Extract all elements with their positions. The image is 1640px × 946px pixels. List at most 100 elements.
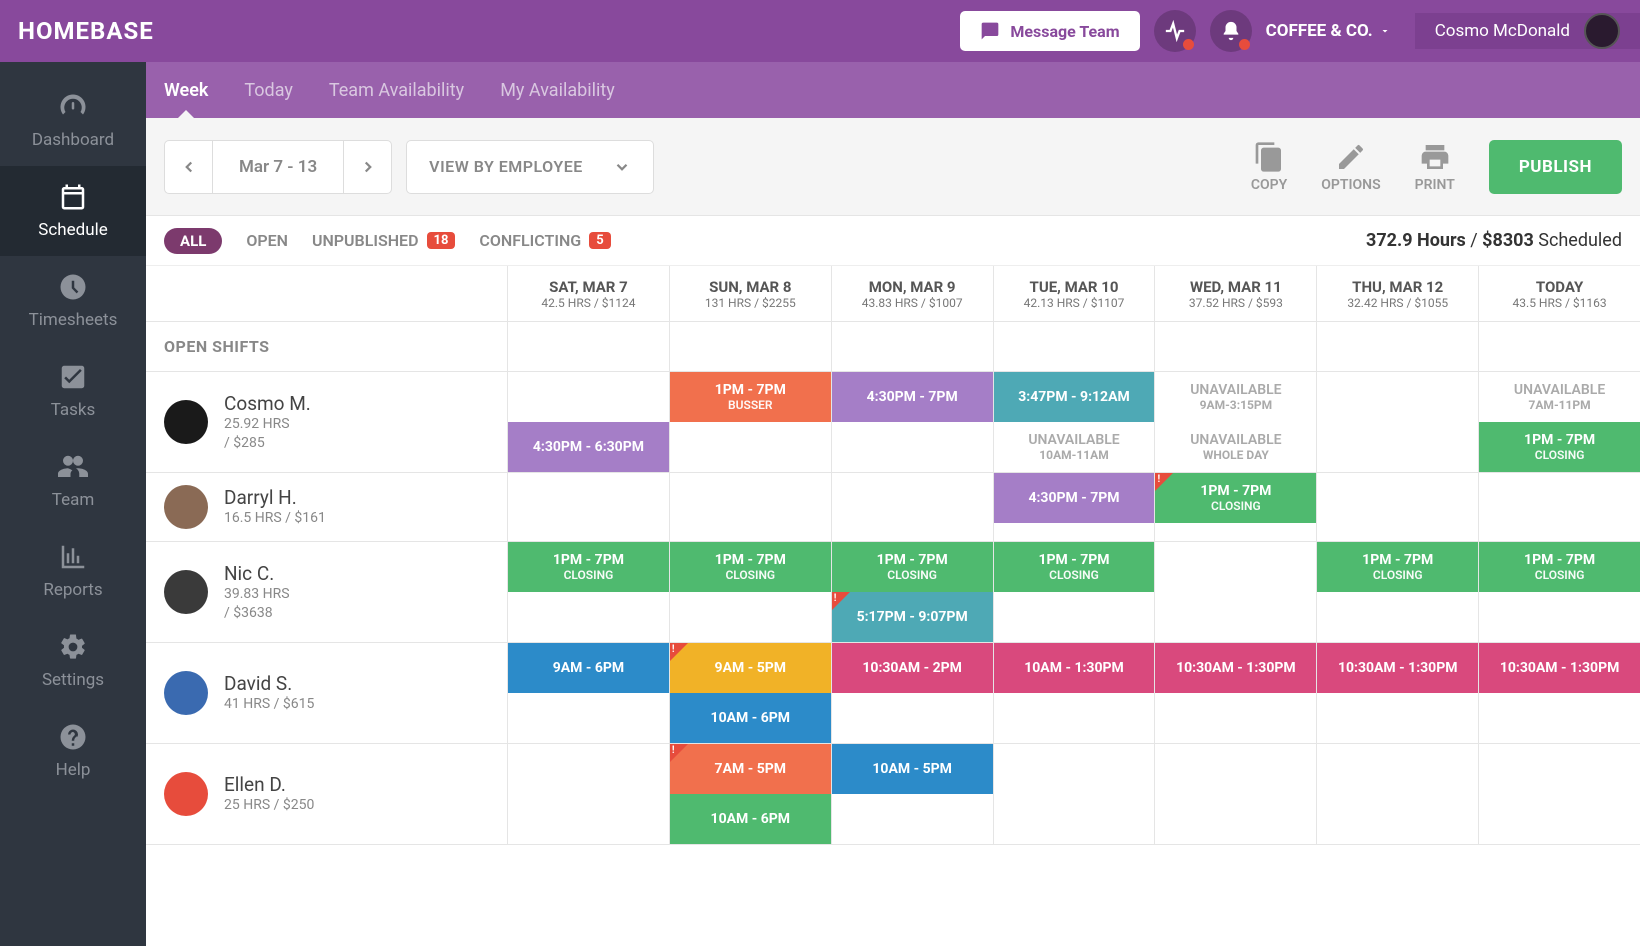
shift-block[interactable]: 1PM - 7PMCLOSING: [1317, 542, 1478, 592]
shift-block[interactable]: 1PM - 7PMCLOSING: [1479, 422, 1640, 472]
shift-cell[interactable]: 1PM - 7PMCLOSING: [994, 542, 1156, 642]
shift-cell[interactable]: 4:30PM - 7PM: [994, 473, 1156, 541]
shift-cell[interactable]: 3:47PM - 9:12AMUNAVAILABLE10AM-11AM: [994, 372, 1156, 472]
company-selector[interactable]: COFFEE & CO.: [1266, 21, 1391, 41]
filter-all[interactable]: ALL: [164, 228, 222, 254]
filter-unpublished[interactable]: UNPUBLISHED 18: [312, 231, 455, 250]
shift-block[interactable]: 1PM - 7PMCLOSING: [994, 542, 1155, 592]
shift-cell[interactable]: [994, 744, 1156, 844]
sidebar-item-reports[interactable]: Reports: [0, 526, 146, 616]
shift-cell[interactable]: 1PM - 7PMCLOSING: [1155, 473, 1317, 541]
shift-cell[interactable]: 10:30AM - 1:30PM: [1479, 643, 1640, 743]
tab-today[interactable]: Today: [244, 62, 292, 118]
sidebar-item-settings[interactable]: Settings: [0, 616, 146, 706]
tab-my-availability[interactable]: My Availability: [500, 62, 615, 118]
filter-open[interactable]: OPEN: [246, 231, 288, 250]
shift-cell[interactable]: [832, 473, 994, 541]
shift-block[interactable]: 7AM - 5PM: [670, 744, 831, 794]
shift-block[interactable]: 1PM - 7PMCLOSING: [1479, 542, 1640, 592]
sidebar-item-timesheets[interactable]: Timesheets: [0, 256, 146, 346]
shift-block[interactable]: 10AM - 1:30PM: [994, 643, 1155, 693]
shift-block[interactable]: 3:47PM - 9:12AM: [994, 372, 1155, 422]
shift-block[interactable]: 4:30PM - 7PM: [994, 473, 1155, 523]
shift-block[interactable]: 1PM - 7PMBUSSER: [670, 372, 831, 422]
shift-cell[interactable]: 1PM - 7PMCLOSING: [508, 542, 670, 642]
shift-cell[interactable]: 1PM - 7PMCLOSING: [670, 542, 832, 642]
shift-cell[interactable]: [1317, 744, 1479, 844]
shift-cell[interactable]: 4:30PM - 7PM: [832, 372, 994, 472]
shift-block[interactable]: 10:30AM - 1:30PM: [1479, 643, 1640, 693]
shift-block[interactable]: 10AM - 6PM: [670, 794, 831, 844]
shift-block[interactable]: 1PM - 7PMCLOSING: [670, 542, 831, 592]
shift-cell[interactable]: [1479, 744, 1640, 844]
shift-cell[interactable]: [1317, 372, 1479, 472]
shift-cell[interactable]: 4:30PM - 6:30PM: [508, 372, 670, 472]
shift-cell[interactable]: 10AM - 1:30PM: [994, 643, 1156, 743]
shift-cell[interactable]: 1PM - 7PMBUSSER: [670, 372, 832, 472]
copy-button[interactable]: COPY: [1251, 141, 1287, 193]
notifications-button[interactable]: [1210, 10, 1252, 52]
shift-cell[interactable]: [670, 473, 832, 541]
options-button[interactable]: OPTIONS: [1321, 141, 1380, 193]
open-shift-cell[interactable]: [1479, 322, 1640, 371]
shift-cell[interactable]: 10:30AM - 1:30PM: [1317, 643, 1479, 743]
open-shift-cell[interactable]: [994, 322, 1156, 371]
message-team-button[interactable]: Message Team: [960, 11, 1139, 51]
shift-block[interactable]: 1PM - 7PMCLOSING: [832, 542, 993, 592]
shift-block[interactable]: 9AM - 5PM: [670, 643, 831, 693]
user-menu[interactable]: Cosmo McDonald: [1415, 13, 1640, 49]
shift-block[interactable]: 1PM - 7PMCLOSING: [1155, 473, 1316, 523]
sidebar-item-help[interactable]: Help: [0, 706, 146, 796]
shift-cell[interactable]: UNAVAILABLE9AM-3:15PMUNAVAILABLEWHOLE DA…: [1155, 372, 1317, 472]
shift-block[interactable]: 10:30AM - 1:30PM: [1155, 643, 1316, 693]
shift-block[interactable]: 10:30AM - 2PM: [832, 643, 993, 693]
shift-cell[interactable]: 10AM - 5PM: [832, 744, 994, 844]
employee-cell[interactable]: Nic C.39.83 HRS/ $3638: [146, 542, 508, 642]
tab-team-availability[interactable]: Team Availability: [329, 62, 464, 118]
open-shift-cell[interactable]: [832, 322, 994, 371]
shift-block[interactable]: 9AM - 6PM: [508, 643, 669, 693]
shift-cell[interactable]: [1155, 744, 1317, 844]
shift-cell[interactable]: 9AM - 5PM10AM - 6PM: [670, 643, 832, 743]
open-shift-cell[interactable]: [508, 322, 670, 371]
activity-button[interactable]: [1154, 10, 1196, 52]
prev-week-button[interactable]: [165, 141, 213, 193]
shift-cell[interactable]: UNAVAILABLE7AM-11PM1PM - 7PMCLOSING: [1479, 372, 1640, 472]
print-button[interactable]: PRINT: [1415, 141, 1455, 193]
shift-block[interactable]: 4:30PM - 7PM: [832, 372, 993, 422]
shift-cell[interactable]: 9AM - 6PM: [508, 643, 670, 743]
open-shift-cell[interactable]: [1317, 322, 1479, 371]
date-range[interactable]: Mar 7 - 13: [213, 157, 343, 177]
employee-cell[interactable]: David S.41 HRS / $615: [146, 643, 508, 743]
sidebar-item-dashboard[interactable]: Dashboard: [0, 76, 146, 166]
filter-conflicting[interactable]: CONFLICTING 5: [479, 231, 610, 250]
shift-block[interactable]: 5:17PM - 9:07PM: [832, 592, 993, 642]
shift-block[interactable]: 4:30PM - 6:30PM: [508, 422, 669, 472]
employee-cell[interactable]: Ellen D.25 HRS / $250: [146, 744, 508, 844]
shift-block[interactable]: 10AM - 6PM: [670, 693, 831, 743]
shift-block[interactable]: 10AM - 5PM: [832, 744, 993, 794]
tab-week[interactable]: Week: [164, 62, 208, 118]
shift-cell[interactable]: 7AM - 5PM10AM - 6PM: [670, 744, 832, 844]
shift-block[interactable]: 10:30AM - 1:30PM: [1317, 643, 1478, 693]
next-week-button[interactable]: [343, 141, 391, 193]
shift-cell[interactable]: [1317, 473, 1479, 541]
shift-block[interactable]: 1PM - 7PMCLOSING: [508, 542, 669, 592]
shift-cell[interactable]: 10:30AM - 1:30PM: [1155, 643, 1317, 743]
publish-button[interactable]: PUBLISH: [1489, 140, 1622, 194]
open-shift-cell[interactable]: [670, 322, 832, 371]
sidebar-item-tasks[interactable]: Tasks: [0, 346, 146, 436]
view-mode-selector[interactable]: VIEW BY EMPLOYEE: [406, 140, 654, 194]
sidebar-item-team[interactable]: Team: [0, 436, 146, 526]
employee-cell[interactable]: Darryl H.16.5 HRS / $161: [146, 473, 508, 541]
sidebar-item-schedule[interactable]: Schedule: [0, 166, 146, 256]
shift-cell[interactable]: [508, 744, 670, 844]
shift-cell[interactable]: 1PM - 7PMCLOSING: [1479, 542, 1640, 642]
shift-cell[interactable]: [508, 473, 670, 541]
shift-cell[interactable]: [1155, 542, 1317, 642]
shift-cell[interactable]: [1479, 473, 1640, 541]
open-shift-cell[interactable]: [1155, 322, 1317, 371]
shift-cell[interactable]: 1PM - 7PMCLOSING: [1317, 542, 1479, 642]
shift-cell[interactable]: 10:30AM - 2PM: [832, 643, 994, 743]
shift-cell[interactable]: 1PM - 7PMCLOSING5:17PM - 9:07PM: [832, 542, 994, 642]
